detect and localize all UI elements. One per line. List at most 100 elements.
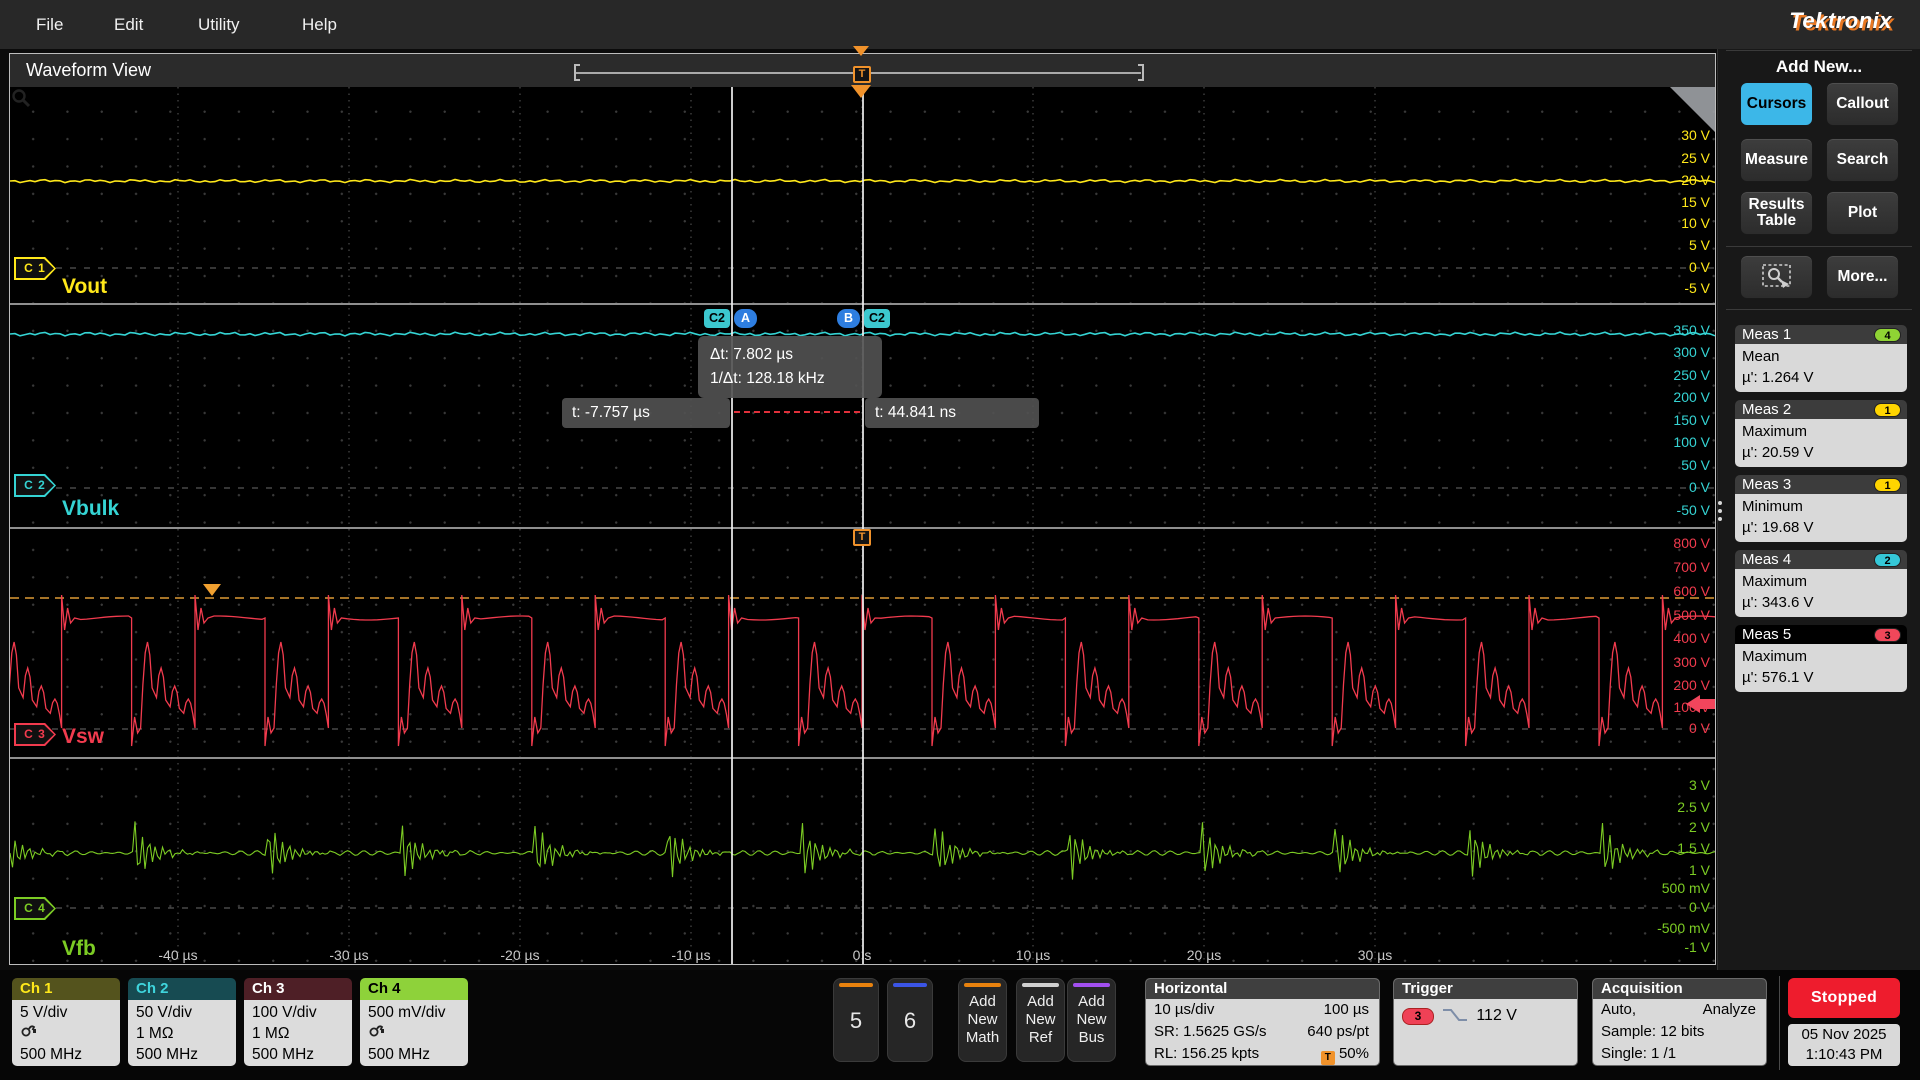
- trigger-badge[interactable]: Trigger 3 112 V: [1393, 978, 1578, 1066]
- trigger-position-icon: T: [1320, 1051, 1335, 1065]
- channel-label-vout[interactable]: Vout: [62, 275, 107, 299]
- meas-label: Meas 4: [1742, 551, 1792, 568]
- sample-resolution: 640 ps/pt: [1307, 1023, 1369, 1040]
- channel-scale: 5 V/div: [20, 1004, 68, 1021]
- axis-label: 3 V: [1688, 777, 1710, 793]
- cursor-a-badge[interactable]: A: [734, 309, 757, 328]
- axis-label: 15 V: [1681, 194, 1710, 210]
- add-new-title: Add New...: [1775, 57, 1863, 76]
- meas-source-badge: 3: [1874, 627, 1901, 642]
- panel-resize-handle[interactable]: [1718, 497, 1722, 525]
- cursor-b-line[interactable]: [862, 87, 864, 964]
- channel-6-button[interactable]: 6: [887, 978, 933, 1062]
- meas-label: Meas 3: [1742, 476, 1792, 493]
- probe-icon: [369, 1025, 384, 1037]
- menu-utility[interactable]: Utility: [184, 0, 254, 49]
- time-axis-label: 30 µs: [1357, 947, 1393, 963]
- falling-edge-icon: [1443, 1009, 1468, 1021]
- add-new-bus-button[interactable]: Add New Bus: [1067, 978, 1116, 1062]
- channel-label-vsw[interactable]: Vsw: [62, 725, 104, 749]
- meas-2-badge[interactable]: Meas 2 1 Maximum µ': 20.59 V: [1735, 400, 1907, 467]
- menu-help[interactable]: Help: [288, 0, 351, 49]
- axis-label: 5 V: [1688, 237, 1710, 253]
- cursor-a-line[interactable]: [731, 87, 733, 964]
- menu-edit[interactable]: Edit: [100, 0, 157, 49]
- add-measure-button[interactable]: Measure: [1740, 138, 1813, 182]
- meas-value: µ': 576.1 V: [1742, 669, 1814, 686]
- axis-label: -50 V: [1676, 502, 1710, 518]
- meas-type: Maximum: [1742, 423, 1808, 440]
- axis-label: 600 V: [1673, 583, 1710, 599]
- meas-5-badge[interactable]: Meas 5 3 Maximum µ': 576.1 V: [1735, 625, 1907, 692]
- channel-coupling: [20, 1023, 112, 1044]
- add-callout-button[interactable]: Callout: [1826, 82, 1899, 126]
- axis-label: 25 V: [1681, 150, 1710, 166]
- acquisition-mode: Auto,: [1601, 1001, 1637, 1018]
- channel-badge-header: Ch 2: [128, 978, 236, 1000]
- meas-value: µ': 19.68 V: [1742, 519, 1814, 536]
- run-stop-status-button[interactable]: Stopped: [1788, 978, 1900, 1018]
- meas-label: Meas 1: [1742, 326, 1792, 343]
- meas-1-badge[interactable]: Meas 1 4 Mean µ': 1.264 V: [1735, 325, 1907, 392]
- trigger-marker-icon[interactable]: [851, 85, 871, 98]
- channel-label-vfb[interactable]: Vfb: [62, 937, 96, 961]
- axis-label: 500 mV: [1661, 880, 1710, 896]
- more-button[interactable]: More...: [1826, 255, 1899, 299]
- add-search-button[interactable]: Search: [1826, 138, 1899, 182]
- meas-4-badge[interactable]: Meas 4 2 Maximum µ': 343.6 V: [1735, 550, 1907, 617]
- trigger-t-marker[interactable]: T: [853, 529, 871, 546]
- meas-3-badge[interactable]: Meas 3 1 Minimum µ': 19.68 V: [1735, 475, 1907, 542]
- channel-5-button[interactable]: 5: [833, 978, 879, 1062]
- axis-label: 300 V: [1673, 654, 1710, 670]
- add-cursors-button[interactable]: Cursors: [1740, 82, 1813, 126]
- cursor-a-source-badge[interactable]: C2: [704, 309, 730, 328]
- add-results-table-button[interactable]: Results Table: [1740, 191, 1813, 235]
- channel-scale: 500 mV/div: [368, 1004, 446, 1021]
- zoom-select-button[interactable]: [1740, 255, 1813, 299]
- channel-bandwidth: 500 MHz: [136, 1046, 199, 1063]
- channel-4-badge[interactable]: Ch 4 500 mV/div 500 MHz: [360, 978, 468, 1066]
- axis-label: 200 V: [1673, 677, 1710, 693]
- cursor-a-time-readout: t: -7.757 µs: [562, 398, 730, 428]
- add-new-math-button[interactable]: Add New Math: [958, 978, 1007, 1062]
- time-axis-label: 10 µs: [1015, 947, 1051, 963]
- channel-badge-header: Ch 3: [244, 978, 352, 1000]
- channel-label-vbulk[interactable]: Vbulk: [62, 497, 119, 521]
- time-axis-label: -20 µs: [500, 947, 540, 963]
- meas-type: Maximum: [1742, 573, 1808, 590]
- axis-label: 200 V: [1673, 389, 1710, 405]
- axis-label: -5 V: [1684, 280, 1710, 296]
- horizontal-badge[interactable]: Horizontal 10 µs/div 100 µs SR: 1.5625 G…: [1145, 978, 1380, 1066]
- channel-coupling: 1 MΩ: [136, 1025, 174, 1042]
- reference-level-marker-icon[interactable]: [203, 584, 221, 596]
- axis-label: 2 V: [1688, 819, 1710, 835]
- menu-bar: File Edit Utility Help Tektronix: [0, 0, 1920, 49]
- cursor-b-badge[interactable]: B: [837, 309, 860, 328]
- trigger-t-icon[interactable]: T: [853, 66, 871, 83]
- trigger-source-badge: 3: [1402, 1007, 1434, 1025]
- axis-label: 350 V: [1673, 322, 1710, 338]
- menu-file[interactable]: File: [22, 0, 77, 49]
- channel-2-badge[interactable]: Ch 2 50 V/div 1 MΩ 500 MHz: [128, 978, 236, 1066]
- channel-scale: 100 V/div: [252, 1004, 317, 1021]
- zoom-overview-button[interactable]: [1670, 87, 1715, 133]
- axis-label: 500 V: [1673, 607, 1710, 623]
- channel-1-badge[interactable]: Ch 1 5 V/div 500 MHz: [12, 978, 120, 1066]
- meas-source-badge: 4: [1874, 327, 1901, 342]
- add-plot-button[interactable]: Plot: [1826, 191, 1899, 235]
- channel-3-badge[interactable]: Ch 3 100 V/div 1 MΩ 500 MHz: [244, 978, 352, 1066]
- cursor-b-source-badge[interactable]: C2: [864, 309, 890, 328]
- axis-label: 150 V: [1673, 412, 1710, 428]
- graticule[interactable]: 30 V 25 V 20 V 15 V 10 V5 V0 V -5 V 350 V 300 V…: [10, 87, 1715, 964]
- axis-label: 250 V: [1673, 367, 1710, 383]
- cursor-delta-readout: Δt: 7.802 µs 1/Δt: 128.18 kHz: [698, 336, 882, 398]
- horizontal-position: 50%: [1338, 1045, 1369, 1062]
- acquisition-badge[interactable]: Acquisition Auto, Analyze Sample: 12 bit…: [1592, 978, 1767, 1066]
- horizontal-header: Horizontal: [1146, 979, 1379, 999]
- trigger-position-icon[interactable]: [853, 46, 869, 56]
- axis-label: 0 V: [1688, 479, 1710, 495]
- axis-label: 800 V: [1673, 535, 1710, 551]
- datetime-display: 05 Nov 2025 1:10:43 PM: [1788, 1024, 1900, 1066]
- acquisition-sample: Sample: 12 bits: [1601, 1023, 1705, 1040]
- add-new-ref-button[interactable]: Add New Ref: [1016, 978, 1065, 1062]
